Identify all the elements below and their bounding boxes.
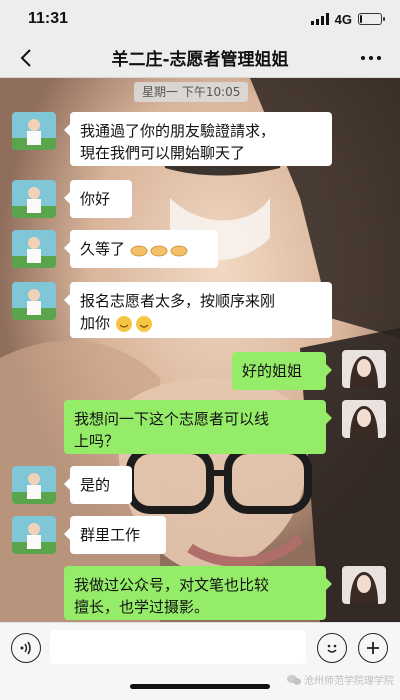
home-indicator[interactable] [130, 684, 270, 689]
message-text-line: 我做过公众号，对文笔也比较 [74, 576, 270, 594]
more-options-button[interactable] [356, 44, 386, 72]
more-dot-icon [377, 56, 381, 60]
contact-avatar[interactable] [12, 230, 56, 268]
contact-avatar[interactable] [12, 516, 56, 554]
my-avatar[interactable] [342, 566, 386, 604]
my-avatar[interactable] [342, 400, 386, 438]
smiley-icon [327, 644, 337, 653]
chevron-left-icon [20, 49, 31, 67]
message-text: 好的姐姐 [242, 362, 303, 380]
message-text: 群里工作 [80, 526, 141, 544]
more-dot-icon [361, 56, 365, 60]
message-bubble-incoming[interactable]: 群里工作 [64, 516, 166, 554]
more-features-button[interactable] [358, 633, 388, 663]
voice-input-button[interactable] [11, 633, 41, 663]
chat-message-list[interactable]: 星期一 下午10:05 我通過了你的朋友驗證請求， 現在我們可以開始聊天了 你好… [0, 78, 400, 622]
message-text: 你好 [80, 190, 111, 208]
back-button[interactable] [12, 44, 40, 72]
message-bubble-incoming[interactable]: 是的 [64, 466, 132, 504]
more-dot-icon [369, 56, 373, 60]
chat-header: 羊二庄-志愿者管理姐姐 [0, 38, 400, 78]
smiling-face-icon [115, 315, 152, 332]
message-bubble-outgoing[interactable]: 好的姐姐 [232, 352, 332, 390]
network-type: 4G [334, 11, 352, 27]
wechat-logo-icon [287, 674, 301, 685]
message-bubble-outgoing[interactable]: 我想问一下这个志愿者可以线 上吗？ [64, 400, 332, 454]
message-text-line: 擅长，也学过摄影。 [74, 598, 210, 616]
message-text: 久等了 [80, 240, 126, 258]
message-text-line: 上吗？ [74, 432, 120, 450]
message-text-line: 我通過了你的朋友驗證請求， [80, 122, 276, 140]
status-time: 11:31 [28, 10, 69, 27]
message-timestamp: 星期一 下午10:05 [134, 82, 249, 102]
contact-avatar[interactable] [12, 466, 56, 504]
clapping-hands-icon [130, 245, 188, 256]
watermark: 沧州师范学院理学院 [287, 672, 394, 687]
chat-title: 羊二庄-志愿者管理姐姐 [111, 50, 289, 70]
message-text-line: 加你 [80, 314, 111, 332]
message-bubble-incoming[interactable]: 久等了 [64, 230, 218, 268]
voice-wave-icon [20, 641, 31, 655]
my-avatar[interactable] [342, 350, 386, 388]
message-text-line: 我想问一下这个志愿者可以线 [74, 410, 270, 428]
battery-icon [358, 13, 385, 25]
status-bar: 11:31 4G [0, 0, 400, 38]
message-bubble-incoming[interactable]: 报名志愿者太多，按顺序来刚 加你 [64, 282, 332, 338]
bottom-safe-area: 沧州师范学院理学院 [0, 670, 400, 700]
message-input-bar [0, 622, 400, 670]
message-text-field[interactable] [50, 630, 306, 664]
emoji-button[interactable] [317, 633, 347, 663]
signal-icon [310, 13, 329, 25]
message-bubble-incoming[interactable]: 我通過了你的朋友驗證請求， 現在我們可以開始聊天了 [64, 112, 332, 166]
message-bubble-outgoing[interactable]: 我做过公众号，对文笔也比较 擅长，也学过摄影。 [64, 566, 332, 620]
message-text-line: 現在我們可以開始聊天了 [80, 144, 246, 162]
contact-avatar[interactable] [12, 112, 56, 150]
watermark-text: 沧州师范学院理学院 [304, 676, 394, 687]
message-bubble-incoming[interactable]: 你好 [64, 180, 132, 218]
message-text: 是的 [80, 476, 111, 494]
message-text-line: 报名志愿者太多，按顺序来刚 [80, 292, 276, 310]
battery-level [360, 15, 362, 23]
plus-icon [367, 642, 379, 654]
status-indicators: 4G [310, 11, 385, 27]
contact-avatar[interactable] [12, 282, 56, 320]
contact-avatar[interactable] [12, 180, 56, 218]
